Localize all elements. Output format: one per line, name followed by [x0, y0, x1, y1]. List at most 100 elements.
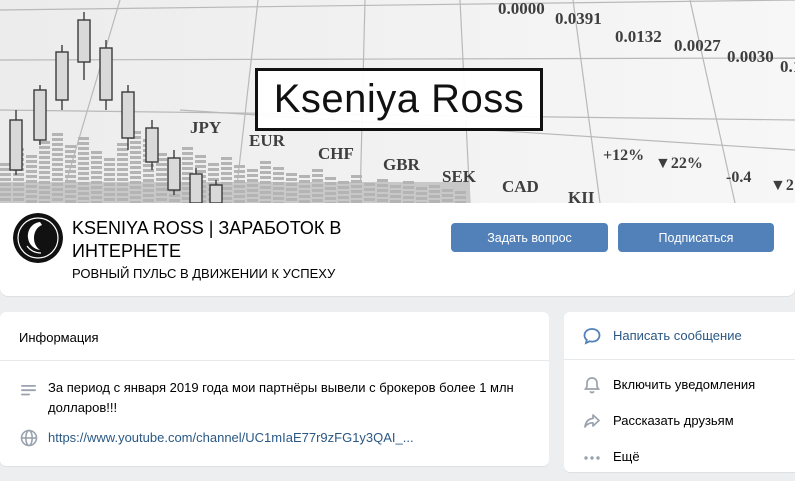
enable-notifications-label: Включить уведомления [613, 377, 756, 392]
cover-volume-dot [52, 193, 63, 196]
cover-volume-dot [130, 166, 141, 169]
cover-currency: GBR [383, 155, 421, 174]
cover-volume-dot [39, 151, 50, 154]
cover-volume-dot [156, 183, 167, 186]
cover-volume-dot [65, 145, 76, 148]
cover-volume-dot [364, 188, 375, 191]
cover-volume-dot [455, 196, 466, 199]
cover-candle-body [145, 127, 159, 163]
cover-volume-dot [338, 191, 349, 194]
cover-volume-dot [377, 189, 388, 192]
cover-volume-dot [273, 197, 284, 200]
enable-notifications-action[interactable]: Включить уведомления [564, 371, 795, 399]
cover-currency: KII [568, 188, 595, 203]
cover-volume-dot [403, 191, 414, 194]
more-label: Ещё [613, 449, 640, 464]
cover-volume-dot [156, 178, 167, 181]
cover-volume-dot [78, 137, 89, 140]
cover-volume-dot [260, 196, 271, 199]
cover-volume-dot [117, 193, 128, 196]
cover-volume-dot [234, 185, 245, 188]
cover-volume-dot [130, 151, 141, 154]
cover-volume-dot [377, 194, 388, 197]
write-message-label: Написать сообщение [613, 328, 742, 343]
write-message-action[interactable]: Написать сообщение [564, 322, 795, 350]
cover-volume-dot [91, 181, 102, 184]
cover-volume-dot [91, 161, 102, 164]
subscribe-button[interactable]: Подписаться [618, 223, 774, 252]
cover-volume-dot [182, 167, 193, 170]
share-arrow-icon [582, 411, 602, 431]
cover-volume-dot [273, 182, 284, 185]
cover-volume-dot [286, 173, 297, 176]
cover-candle-body [33, 89, 47, 141]
lines-icon [19, 380, 39, 400]
cover-volume-dot [260, 181, 271, 184]
cover-volume-dot [429, 185, 440, 188]
cover-volume-dot [351, 190, 362, 193]
cover-volume-dot [377, 199, 388, 202]
cover-volume-dot [91, 191, 102, 194]
cover-volume-dot [78, 182, 89, 185]
cover-percent: +12% [603, 147, 644, 164]
cover-volume-dot [143, 179, 154, 182]
share-action[interactable]: Рассказать друзьям [564, 407, 795, 435]
cover-volume-dot [221, 162, 232, 165]
cover-candle-body [189, 173, 203, 203]
cover-volume-dot [416, 197, 427, 200]
globe-icon [19, 428, 39, 448]
cover-volume-dot [26, 160, 37, 163]
cover-volume-dot [52, 138, 63, 141]
cover-volume-dot [130, 156, 141, 159]
cover-volume-dot [78, 142, 89, 145]
cover-volume-dot [312, 194, 323, 197]
cover-volume-dot [13, 173, 24, 176]
cover-currency: EUR [249, 131, 286, 150]
cover-volume-dot [247, 169, 258, 172]
group-avatar[interactable] [13, 213, 63, 263]
cover-volume-dot [130, 196, 141, 199]
cover-volume-dot [65, 180, 76, 183]
cover-volume-dot [26, 165, 37, 168]
cover-volume-dot [78, 172, 89, 175]
cover-volume-dot [104, 198, 115, 201]
cover-volume-dot [0, 198, 11, 201]
cover-volume-dot [26, 180, 37, 183]
cover-volume-dot [312, 199, 323, 202]
cover-volume-dot [312, 174, 323, 177]
cover-volume-dot [182, 147, 193, 150]
cover-volume-dot [325, 177, 336, 180]
cover-volume-dot [312, 179, 323, 182]
cover-volume-dot [117, 143, 128, 146]
cover-volume-dot [169, 199, 180, 202]
cover-volume-dot [91, 156, 102, 159]
cover-volume-dot [273, 172, 284, 175]
cover-volume-dot [273, 187, 284, 190]
group-name: KSENIYA ROSS | ЗАРАБОТОК В ИНТЕРНЕТЕ [72, 218, 342, 261]
cover-currency: CAD [502, 177, 539, 196]
cover-volume-dot [338, 181, 349, 184]
cover-volume-dot [65, 190, 76, 193]
cover-volume-dot [130, 146, 141, 149]
cover-volume-dot [78, 152, 89, 155]
cover-volume-dot [286, 178, 297, 181]
cover-volume-dot [13, 193, 24, 196]
cover-volume-dot [260, 186, 271, 189]
more-action[interactable]: Ещё [564, 443, 795, 471]
cover-volume-dot [312, 184, 323, 187]
channel-link[interactable]: https://www.youtube.com/channel/UC1mIaE7… [48, 430, 414, 445]
cover-candle-body [167, 157, 181, 191]
cover-volume-dot [143, 189, 154, 192]
cover-volume-dot [221, 177, 232, 180]
cover-volume-dot [260, 176, 271, 179]
cover-volume-dot [195, 155, 206, 158]
cover-volume-dot [130, 161, 141, 164]
cover-volume-dot [65, 170, 76, 173]
cover-volume-dot [117, 153, 128, 156]
cover-volume-dot [247, 199, 258, 202]
ask-question-button[interactable]: Задать вопрос [451, 223, 608, 252]
cover-volume-dot [117, 198, 128, 201]
cover-volume-dot [403, 186, 414, 189]
more-dots-icon [582, 447, 602, 467]
cover-volume-dot [182, 162, 193, 165]
